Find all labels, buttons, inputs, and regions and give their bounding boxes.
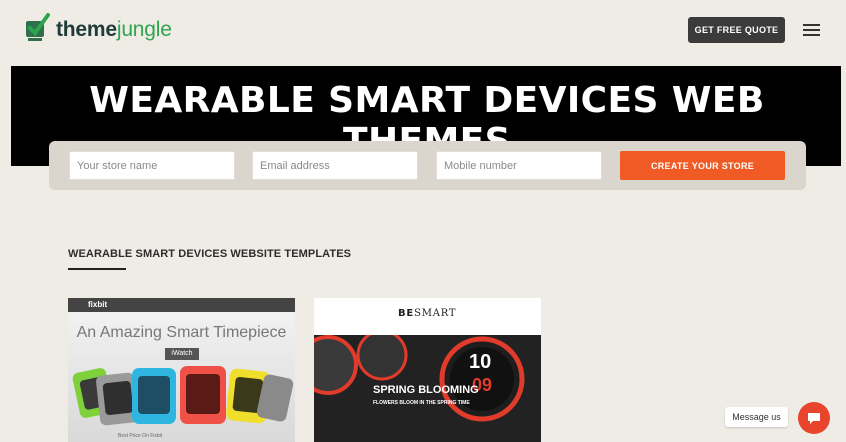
chat-button[interactable]	[798, 402, 830, 434]
smartwatches-image	[72, 366, 294, 426]
hamburger-menu-icon[interactable]	[803, 24, 820, 36]
chat-bubble-icon	[808, 413, 820, 424]
site-header: themejungle GET FREE QUOTE	[0, 0, 846, 66]
message-us-label[interactable]: Message us	[725, 407, 788, 427]
create-store-form: CREATE YOUR STORE	[49, 141, 806, 190]
logo-text-theme: theme	[56, 18, 117, 41]
store-name-input[interactable]	[69, 151, 235, 180]
themejungle-logo[interactable]: themejungle	[24, 12, 172, 42]
template-brand: BESMART	[398, 308, 456, 319]
create-your-store-button[interactable]: CREATE YOUR STORE	[620, 151, 785, 180]
template-card-fixbit[interactable]: fixbit An Amazing Smart Timepiece iWatch…	[68, 298, 295, 442]
template-card-besmart[interactable]: BESMART 10 09 SPRING BLOOMING FLOWERS BL…	[314, 298, 541, 442]
template-subheadline: FLOWERS BLOOM IN THE SPRING TIME	[373, 400, 470, 406]
watch-hour: 10	[469, 351, 492, 373]
page-edge	[841, 66, 846, 166]
template-brand: fixbit	[88, 300, 108, 309]
logo-icon	[26, 13, 50, 41]
template-headline: An Amazing Smart Timepiece	[76, 324, 287, 341]
template-caption: Best Price On Fixbit	[118, 433, 163, 439]
get-free-quote-button[interactable]: GET FREE QUOTE	[688, 17, 785, 43]
brand-rest: SMART	[414, 308, 457, 319]
template-headline: SPRING BLOOMING	[373, 384, 479, 396]
logo-wordmark: themejungle	[56, 18, 172, 42]
section-underline	[68, 268, 126, 270]
section-title: WEARABLE SMART DEVICES WEBSITE TEMPLATES	[68, 248, 352, 260]
mobile-number-input[interactable]	[436, 151, 602, 180]
template-tag: iWatch	[165, 348, 199, 360]
logo-text-jungle: jungle	[116, 18, 172, 41]
template-preview-nav: fixbit	[68, 298, 295, 312]
email-input[interactable]	[252, 151, 418, 180]
template-preview-header: BESMART	[314, 298, 541, 335]
brand-bold: BE	[398, 308, 415, 319]
